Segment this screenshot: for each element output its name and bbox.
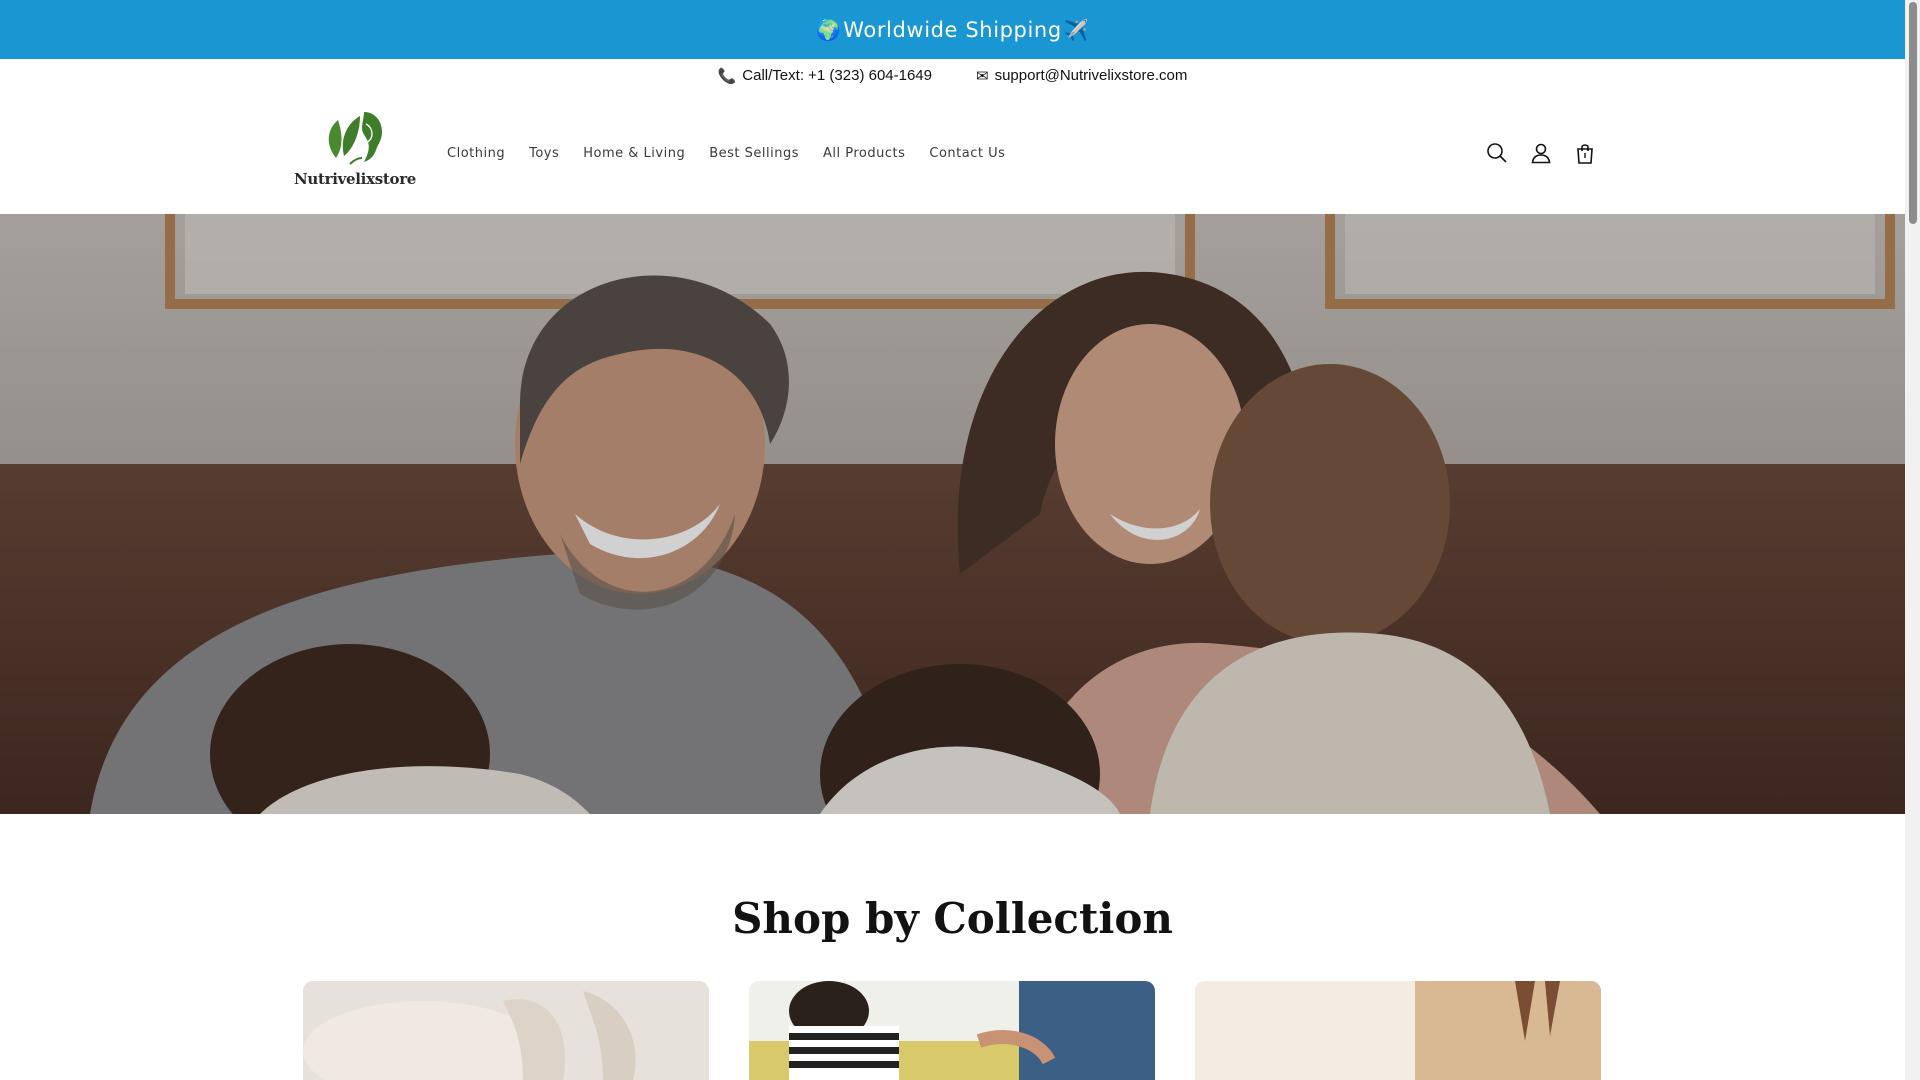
nav-item-contact-us[interactable]: Contact Us bbox=[917, 146, 1017, 161]
email-text: support@Nutrivelixstore.com bbox=[994, 67, 1188, 84]
collection-image-blanket-icon bbox=[303, 981, 709, 1080]
header-actions bbox=[1485, 92, 1597, 214]
phone-icon: 📞 bbox=[717, 67, 737, 85]
collection-card[interactable] bbox=[303, 981, 709, 1080]
phone-contact[interactable]: 📞 Call/Text: +1 (323) 604-1649 bbox=[718, 67, 932, 85]
envelope-icon: ✉ bbox=[976, 67, 989, 85]
collection-list bbox=[303, 981, 1603, 1080]
page-scrollbar[interactable] bbox=[1905, 0, 1920, 1080]
collection-card[interactable] bbox=[749, 981, 1155, 1080]
collection-card[interactable] bbox=[1195, 981, 1601, 1080]
store-logo[interactable]: Nutrivelixstore bbox=[294, 106, 416, 198]
collection-image-kids-drawing-icon bbox=[749, 981, 1155, 1080]
contact-bar: 📞 Call/Text: +1 (323) 604-1649 ✉ support… bbox=[0, 59, 1905, 92]
search-icon[interactable] bbox=[1485, 141, 1509, 165]
cart-icon[interactable] bbox=[1573, 141, 1597, 165]
logo-text: Nutrivelixstore bbox=[293, 170, 417, 188]
nav-item-clothing[interactable]: Clothing bbox=[435, 146, 517, 161]
email-contact[interactable]: ✉ support@Nutrivelixstore.com bbox=[976, 67, 1187, 85]
nav-item-all-products[interactable]: All Products bbox=[811, 146, 917, 161]
site-header: Nutrivelixstore Clothing Toys Home & Liv… bbox=[0, 92, 1905, 214]
nav-item-best-sellings[interactable]: Best Sellings bbox=[697, 146, 811, 161]
nav-item-toys[interactable]: Toys bbox=[517, 146, 571, 161]
hero-image bbox=[0, 214, 1905, 814]
airplane-icon: ✈️ bbox=[1063, 17, 1090, 42]
family-photo-icon bbox=[0, 214, 1905, 814]
globe-icon: 🌍 bbox=[815, 17, 842, 42]
phone-text: Call/Text: +1 (323) 604-1649 bbox=[742, 67, 932, 84]
announcement-bar: 🌍 Worldwide Shipping ✈️ bbox=[0, 0, 1905, 59]
collection-image-sunlit-room-icon bbox=[1195, 981, 1601, 1080]
nav-item-home-living[interactable]: Home & Living bbox=[571, 146, 697, 161]
main-navigation: Clothing Toys Home & Living Best Selling… bbox=[435, 92, 1017, 214]
logo-leaf-woman-icon bbox=[328, 112, 382, 165]
scrollbar-thumb[interactable] bbox=[1909, 2, 1917, 224]
section-title: Shop by Collection bbox=[732, 894, 1173, 943]
account-icon[interactable] bbox=[1529, 141, 1553, 165]
announcement-text: Worldwide Shipping bbox=[843, 17, 1062, 42]
